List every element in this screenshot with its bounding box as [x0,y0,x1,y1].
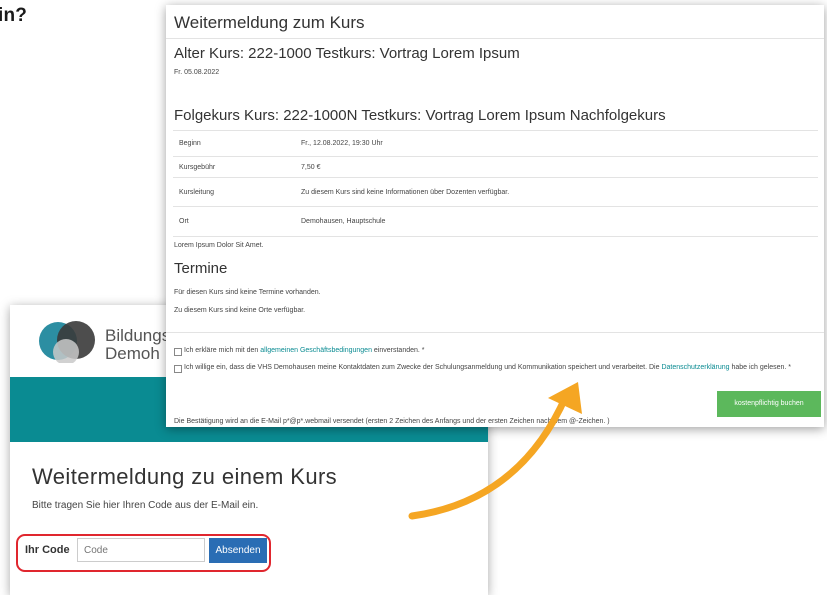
table-row: Ort Demohausen, Hauptschule [173,206,818,237]
detail-value: Zu diesem Kurs sind keine Informationen … [295,177,818,207]
page-title: Weitermeldung zu einem Kurs [32,464,338,489]
old-course-date: Fr. 05.08.2022 [174,69,220,76]
book-button[interactable]: kostenpflichtig buchen [717,391,821,417]
agb-checkbox[interactable] [174,348,182,356]
logo-line-1: Bildungs [105,326,171,345]
no-dates-text: Für diesen Kurs sind keine Termine vorha… [174,289,321,296]
divider [166,38,824,39]
code-form-section: Weitermeldung zu einem Kurs Bitte tragen… [10,442,488,511]
divider [166,332,824,333]
privacy-text-after: habe ich gelesen. * [731,364,792,371]
detail-key: Kursgebühr [173,156,295,178]
old-course-heading: Alter Kurs: 222-1000 Testkurs: Vortrag L… [174,45,520,62]
detail-value: Fr., 12.08.2022, 19:30 Uhr [295,130,818,157]
confirmation-email-text: Die Bestätigung wird an die E-Mail p*@p*… [174,418,610,425]
logo-line-2: Demoh [105,344,160,363]
detail-key: Ort [173,206,295,237]
agb-text-before: Ich erkläre mich mit den [184,347,259,354]
logo-text: Bildungs Demoh [105,327,170,363]
detail-key: Kursleitung [173,177,295,207]
page-title: Weitermeldung zum Kurs [174,13,365,32]
privacy-link[interactable]: Datenschutzerklärung [661,364,729,371]
code-label: Ihr Code [25,544,70,556]
code-input[interactable] [77,538,205,562]
detail-value: 7,50 € [295,156,818,178]
agb-text-after: einverstanden. * [373,347,425,354]
privacy-checkbox[interactable] [174,365,182,373]
partial-heading: in? [0,5,28,26]
course-details-table: Beginn Fr., 12.08.2022, 19:30 Uhr Kursge… [173,130,818,237]
detail-value: Demohausen, Hauptschule [295,206,818,237]
logo-icon [39,321,95,363]
no-locations-text: Zu diesem Kurs sind keine Orte verfügbar… [174,307,306,314]
course-description: Lorem Ipsum Dolor Sit Amet. [174,242,264,249]
privacy-text-before: Ich willige ein, dass die VHS Demohausen… [184,364,660,371]
agb-consent-text: Ich erkläre mich mit den allgemeinen Ges… [184,345,814,356]
follow-course-heading: Folgekurs Kurs: 222-1000N Testkurs: Vort… [174,107,666,124]
termine-heading: Termine [174,260,228,277]
submit-button[interactable]: Absenden [209,538,267,563]
agb-link[interactable]: allgemeinen Geschäftsbedingungen [260,347,372,354]
detail-key: Beginn [173,130,295,157]
table-row: Kursgebühr 7,50 € [173,156,818,178]
table-row: Kursleitung Zu diesem Kurs sind keine In… [173,177,818,207]
instruction-text: Bitte tragen Sie hier Ihren Code aus der… [32,500,259,511]
weitermeldung-detail-page: Weitermeldung zum Kurs Alter Kurs: 222-1… [166,5,824,427]
privacy-consent-text: Ich willige ein, dass die VHS Demohausen… [184,362,799,373]
table-row: Beginn Fr., 12.08.2022, 19:30 Uhr [173,130,818,157]
